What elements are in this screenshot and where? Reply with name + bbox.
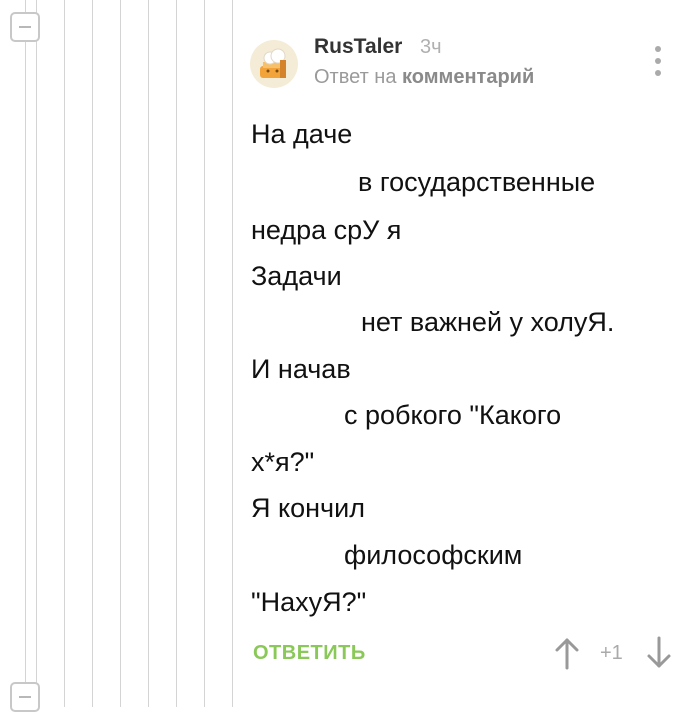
thread-line	[64, 0, 65, 707]
reply-to: Ответ на комментарий	[314, 66, 534, 89]
rating: +1	[600, 642, 623, 664]
thread-line	[25, 0, 26, 707]
comment-line: с робкого "Какого	[344, 400, 562, 430]
comment-time: 3ч	[420, 36, 442, 58]
avatar[interactable]	[250, 40, 298, 88]
comment-line: в государственные	[358, 167, 596, 197]
thread-line	[232, 0, 233, 707]
thread-lines	[0, 0, 235, 712]
comment-line: "НахуЯ?"	[251, 587, 367, 617]
comment: RusTaler 3ч Ответ на комментарий На даче…	[250, 0, 700, 707]
more-vertical-icon[interactable]	[650, 44, 666, 78]
collapse-thread-button[interactable]	[10, 682, 40, 712]
comment-author[interactable]: RusTaler	[314, 35, 402, 59]
reply-button[interactable]: ОТВЕТИТЬ	[253, 642, 366, 665]
reply-to-prefix: Ответ на	[314, 66, 397, 88]
comment-line: недра срУ я	[251, 215, 402, 245]
thread-line	[176, 0, 177, 707]
thread-line	[36, 0, 37, 707]
comment-line: х*я?"	[251, 447, 315, 477]
comment-line: нет важней у холуЯ.	[361, 307, 615, 337]
arrow-down-icon[interactable]	[644, 636, 674, 670]
thread-line	[148, 0, 149, 707]
comment-line: На даче	[251, 119, 353, 149]
thread-line	[92, 0, 93, 707]
collapse-thread-button[interactable]	[10, 12, 40, 42]
reply-to-link[interactable]: комментарий	[402, 66, 534, 88]
comment-line: философским	[344, 540, 523, 570]
comment-line: Задачи	[251, 261, 342, 291]
arrow-up-icon[interactable]	[552, 636, 582, 670]
comment-line: Я кончил	[251, 493, 365, 523]
thread-line	[120, 0, 121, 707]
thread-line	[204, 0, 205, 707]
comment-line: И начав	[251, 354, 351, 384]
